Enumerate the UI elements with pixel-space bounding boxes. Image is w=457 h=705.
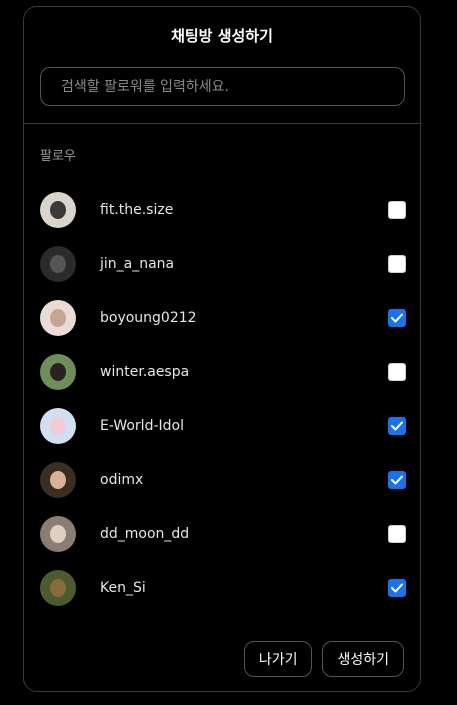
avatar-face	[50, 363, 66, 381]
follower-row[interactable]: jin_a_nana	[40, 237, 406, 291]
select-checkbox[interactable]	[388, 579, 406, 597]
avatar-face	[50, 201, 66, 219]
follower-row[interactable]: odimx	[40, 453, 406, 507]
select-checkbox[interactable]	[388, 525, 406, 543]
follower-row[interactable]: E-World-Idol	[40, 399, 406, 453]
avatar-face	[50, 255, 66, 273]
follower-username: E-World-Idol	[100, 418, 184, 434]
follower-row[interactable]: fit.the.size	[40, 183, 406, 237]
avatar-face	[50, 579, 66, 597]
select-checkbox[interactable]	[388, 201, 406, 219]
avatar	[40, 408, 76, 444]
avatar-face	[50, 525, 66, 543]
avatar-face	[50, 417, 66, 435]
create-button[interactable]: 생성하기	[322, 641, 404, 677]
avatar-face	[50, 471, 66, 489]
search-box[interactable]	[40, 67, 405, 106]
follower-username: fit.the.size	[100, 202, 174, 218]
modal-title: 채팅방 생성하기	[171, 27, 273, 45]
check-icon	[391, 313, 403, 323]
check-icon	[391, 583, 403, 593]
follower-row[interactable]: dd_moon_dd	[40, 507, 406, 561]
select-checkbox[interactable]	[388, 471, 406, 489]
select-checkbox[interactable]	[388, 309, 406, 327]
follower-row[interactable]: winter.aespa	[40, 345, 406, 399]
avatar	[40, 354, 76, 390]
select-checkbox[interactable]	[388, 363, 406, 381]
avatar	[40, 462, 76, 498]
select-checkbox[interactable]	[388, 417, 406, 435]
follower-username: jin_a_nana	[100, 256, 175, 272]
avatar	[40, 570, 76, 606]
follower-row[interactable]: Ken_Si	[40, 561, 406, 615]
follower-row[interactable]: boyoung0212	[40, 291, 406, 345]
follower-username: boyoung0212	[100, 310, 197, 326]
avatar-face	[50, 309, 66, 327]
follower-username: dd_moon_dd	[100, 526, 190, 542]
avatar	[40, 300, 76, 336]
avatar	[40, 516, 76, 552]
section-label-follow: 팔로우	[40, 149, 76, 164]
follower-username: winter.aespa	[100, 364, 190, 380]
check-icon	[391, 475, 403, 485]
search-input[interactable]	[41, 77, 404, 96]
check-icon	[391, 421, 403, 431]
avatar	[40, 192, 76, 228]
create-chat-modal: 채팅방 생성하기 팔로우 fit.the.size jin_a_nanaboyou…	[23, 6, 421, 692]
exit-button[interactable]: 나가기	[243, 641, 313, 677]
modal-actions: 나가기 생성하기	[243, 641, 404, 677]
follower-username: Ken_Si	[100, 580, 146, 596]
select-checkbox[interactable]	[388, 255, 406, 273]
follower-username: odimx	[100, 472, 144, 488]
divider	[24, 123, 420, 124]
avatar	[40, 246, 76, 282]
follower-list: fit.the.size jin_a_nana boyoung0212 winter.…	[40, 183, 406, 615]
